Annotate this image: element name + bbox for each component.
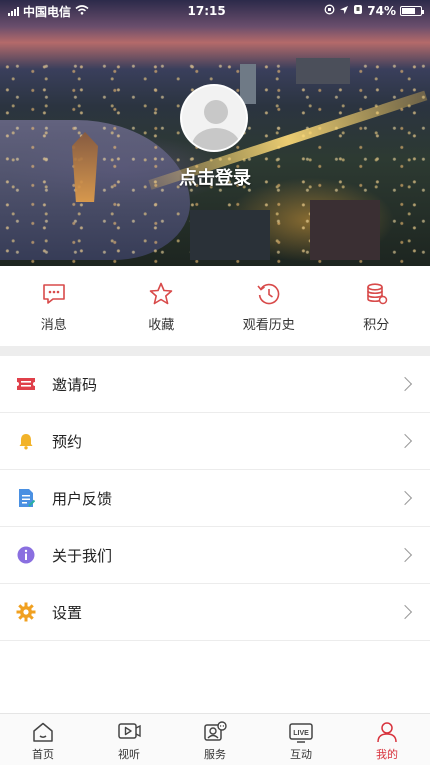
quick-actions: 消息 收藏 观看历史 积分 — [0, 266, 430, 346]
tab-label: 互动 — [290, 748, 312, 761]
history-icon — [255, 280, 283, 308]
menu-item-about[interactable]: 关于我们 — [0, 527, 430, 584]
ticket-icon — [16, 374, 36, 394]
tab-home[interactable]: 首页 — [0, 714, 86, 765]
avatar[interactable] — [180, 84, 248, 152]
tab-me[interactable]: 我的 — [344, 714, 430, 765]
bottom-tab-bar: 首页 视听 服务 LIVE 互动 我的 — [0, 713, 430, 765]
menu-item-feedback[interactable]: 用户反馈 — [0, 470, 430, 527]
status-time: 17:15 — [187, 4, 226, 18]
tab-service[interactable]: 服务 — [172, 714, 258, 765]
quick-action-label: 消息 — [40, 318, 67, 333]
tab-video[interactable]: 视听 — [86, 714, 172, 765]
chevron-right-icon — [397, 490, 413, 506]
points-icon — [362, 280, 390, 308]
wifi-icon — [75, 4, 89, 18]
header-background-building — [310, 200, 380, 260]
login-link[interactable]: 点击登录 — [0, 164, 430, 190]
home-icon — [30, 720, 56, 744]
quick-action-points[interactable]: 积分 — [323, 266, 430, 346]
quick-action-history[interactable]: 观看历史 — [215, 266, 323, 346]
gear-icon — [16, 602, 36, 622]
quick-action-label: 收藏 — [148, 318, 175, 333]
orientation-lock-icon — [324, 4, 335, 18]
tab-label: 视听 — [118, 748, 140, 761]
live-icon: LIVE — [288, 720, 314, 744]
quick-action-messages[interactable]: 消息 — [0, 266, 108, 346]
message-icon — [40, 280, 68, 308]
settings-menu: 邀请码 预约 用户反馈 关于我们 设置 — [0, 356, 430, 641]
alarm-icon — [353, 4, 363, 18]
status-bar: 中国电信 17:15 74% — [0, 0, 430, 22]
tab-label: 我的 — [376, 748, 398, 761]
menu-item-reservation[interactable]: 预约 — [0, 413, 430, 470]
chevron-right-icon — [397, 547, 413, 563]
menu-item-label: 设置 — [52, 603, 83, 622]
feedback-icon — [16, 488, 36, 508]
quick-action-label: 观看历史 — [242, 318, 295, 333]
menu-item-label: 预约 — [52, 432, 83, 451]
section-divider — [0, 346, 430, 356]
tab-label: 首页 — [32, 748, 54, 761]
menu-item-label: 邀请码 — [52, 375, 98, 394]
menu-item-label: 关于我们 — [52, 546, 113, 565]
tab-label: 服务 — [204, 748, 226, 761]
star-icon — [147, 280, 175, 308]
chevron-right-icon — [397, 433, 413, 449]
user-icon — [374, 720, 400, 744]
bell-icon — [16, 431, 36, 451]
location-icon — [339, 4, 349, 18]
video-icon — [116, 720, 142, 744]
header-background-building — [240, 64, 256, 104]
header-background-building — [190, 210, 270, 260]
tab-interact[interactable]: LIVE 互动 — [258, 714, 344, 765]
carrier-label: 中国电信 — [23, 4, 72, 19]
chevron-right-icon — [397, 376, 413, 392]
info-icon — [16, 545, 36, 565]
menu-item-label: 用户反馈 — [52, 489, 113, 508]
battery-percent: 74% — [367, 4, 396, 18]
quick-action-favorites[interactable]: 收藏 — [108, 266, 216, 346]
header-background-building — [296, 58, 350, 84]
chevron-right-icon — [397, 604, 413, 620]
quick-action-label: 积分 — [363, 318, 390, 333]
service-icon — [202, 720, 228, 744]
svg-text:LIVE: LIVE — [293, 730, 309, 737]
profile-header: 中国电信 17:15 74% 点击登录 — [0, 0, 430, 266]
menu-item-invite-code[interactable]: 邀请码 — [0, 356, 430, 413]
signal-icon — [8, 6, 19, 16]
battery-icon — [399, 6, 424, 16]
menu-item-settings[interactable]: 设置 — [0, 584, 430, 641]
